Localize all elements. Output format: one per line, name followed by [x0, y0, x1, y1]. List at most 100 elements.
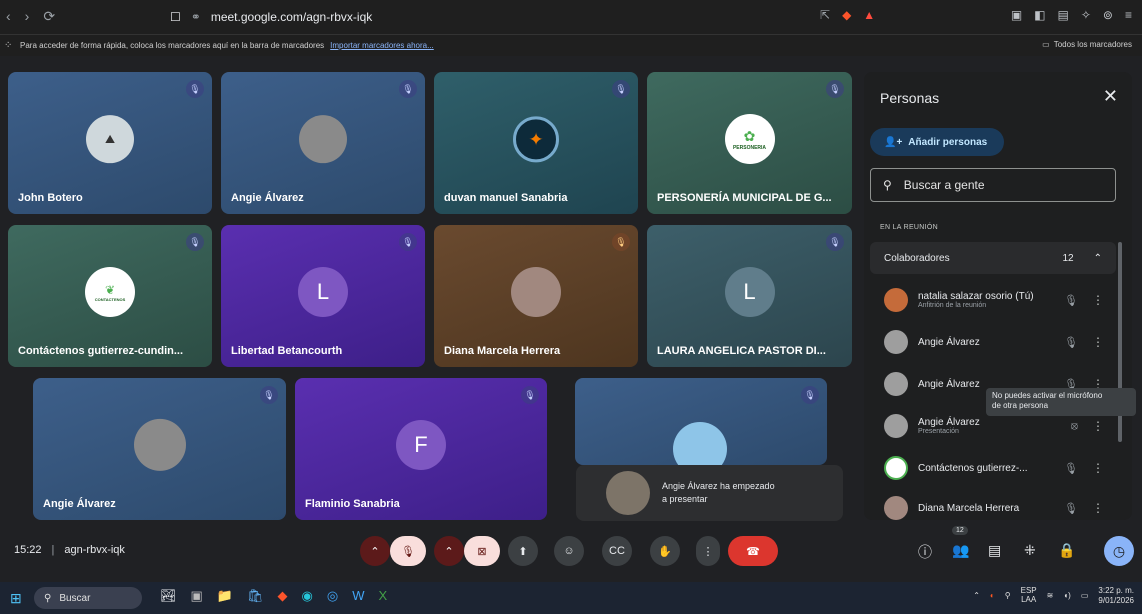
reload-icon[interactable]: ⟳ — [43, 8, 55, 25]
collaborators-group[interactable]: Colaboradores 12 ⌃ — [870, 242, 1116, 274]
participant-tile[interactable]: 🎙 ❦ CONTACTENOS Contáctenos gutierrez-cu… — [8, 225, 212, 367]
mic-toggle-button[interactable]: 🎙 — [390, 536, 426, 566]
brave-browser-icon[interactable]: ◆ — [278, 588, 288, 604]
muted-mic-icon[interactable]: 🎙 — [1064, 294, 1078, 307]
camera-options-button[interactable]: ⌃ — [434, 536, 464, 566]
sidebar-icon[interactable]: ◧ — [1034, 8, 1045, 22]
widgets-icon[interactable]: 🏞 — [160, 588, 177, 604]
mic-tooltip: No puedes activar el micrófono de otra p… — [986, 388, 1136, 416]
import-bookmarks-link[interactable]: Importar marcadores ahora... — [330, 41, 434, 50]
participant-tile[interactable]: 🎙 ✦ duvan manuel Sanabria — [434, 72, 638, 214]
chat-icon[interactable]: ▤ — [988, 542, 1001, 559]
person-name: Contáctenos gutierrez-... — [918, 462, 1028, 474]
camera-off-icon: ⊠ — [477, 545, 487, 558]
raise-hand-button[interactable]: ✋ — [650, 536, 680, 566]
file-explorer-icon[interactable]: 📁 — [217, 588, 233, 604]
participant-tile[interactable]: 🎙 Diana Marcela Herrera — [434, 225, 638, 367]
more-options-icon[interactable]: ⋮ — [1092, 293, 1104, 307]
participant-list-item[interactable]: Angie Álvarez 🎙 ⋮ — [870, 322, 1116, 362]
clock[interactable]: 3:22 p. m. 9/01/2026 — [1098, 586, 1134, 605]
task-view-icon[interactable]: ▣ — [191, 588, 203, 604]
participant-tile[interactable]: 🎙 F Flaminio Sanabria — [295, 378, 547, 520]
muted-mic-icon[interactable]: 🎙 — [1064, 462, 1078, 475]
tooltip-line-1: No puedes activar el micrófono — [992, 391, 1103, 400]
close-icon[interactable]: ✕ — [1103, 86, 1118, 107]
tooltip-line-2: de otra persona — [992, 401, 1049, 411]
muted-mic-icon[interactable]: 🎙 — [1064, 502, 1078, 515]
people-icon: 👥 — [952, 542, 970, 558]
edge-browser-icon[interactable]: ◉ — [302, 588, 313, 604]
vpn-icon[interactable]: ⊚ — [1103, 8, 1113, 22]
wifi-icon[interactable]: ≋ — [1047, 591, 1054, 600]
screenshot-icon[interactable]: ▣ — [1011, 8, 1022, 22]
person-role: Anfitrión de la reunión — [918, 302, 987, 309]
participant-tile[interactable]: 🎙 ⛰ John Botero — [8, 72, 212, 214]
present-button[interactable]: ⬆ — [508, 536, 538, 566]
participant-tile[interactable]: 🎙 — [575, 378, 827, 465]
more-options-icon[interactable]: ⋮ — [1092, 419, 1104, 433]
hang-up-icon: ☎ — [746, 545, 760, 558]
muted-mic-icon: 🎙 — [826, 233, 844, 251]
windows-start-icon[interactable]: ⊞ — [10, 590, 22, 607]
logo-text: CONTACTENOS — [94, 296, 126, 302]
reactions-button[interactable]: ☺ — [554, 536, 584, 566]
people-button[interactable]: 12 👥 — [946, 526, 974, 570]
presenter-avatar — [606, 471, 650, 515]
presenting-icon[interactable]: ⦻ — [1071, 420, 1078, 433]
more-options-icon[interactable]: ⋮ — [1092, 335, 1104, 349]
search-people-input[interactable]: ⚲ Buscar a gente — [870, 168, 1116, 202]
add-people-button[interactable]: 👤+ Añadir personas — [870, 128, 1004, 156]
emoji-icon: ☺ — [563, 545, 575, 557]
more-options-button[interactable]: ⋮ — [696, 536, 720, 566]
back-icon[interactable]: ‹ — [6, 8, 11, 25]
word-icon[interactable]: W — [352, 588, 364, 604]
info-icon[interactable]: ⓘ — [918, 542, 932, 562]
menu-icon[interactable]: ≡ — [1125, 8, 1132, 22]
participant-name: Flaminio Sanabria — [305, 498, 400, 510]
brave-shield-icon[interactable]: ◆ — [842, 8, 851, 22]
timer-button[interactable]: ◷ — [1104, 536, 1134, 566]
taskbar-search[interactable]: ⚲ Buscar — [34, 587, 142, 609]
avatar: ✿ PERSONERIA — [724, 114, 775, 164]
participant-list-item[interactable]: Diana Marcela Herrera 🎙 ⋮ — [870, 488, 1116, 528]
participant-list-item[interactable]: natalia salazar osorio (Tú) Anfitrión de … — [870, 280, 1116, 320]
camera-toggle-button[interactable]: ⊠ — [464, 536, 500, 566]
leave-call-button[interactable]: ☎ — [728, 536, 778, 566]
participant-tile[interactable]: 🎙 ✿ PERSONERIA PERSONERÍA MUNICIPAL DE G… — [647, 72, 852, 214]
more-options-icon[interactable]: ⋮ — [1092, 461, 1104, 475]
site-settings-icon[interactable]: ⚭ — [191, 10, 201, 24]
usb-icon[interactable]: ⚲ — [1005, 591, 1011, 600]
battery-icon[interactable]: ▭ — [1081, 591, 1089, 600]
captions-button[interactable]: CC — [602, 536, 632, 566]
chevron-up-icon[interactable]: ⌃ — [973, 591, 980, 600]
share-icon[interactable]: ⇱ — [820, 8, 830, 22]
avatar: L — [724, 267, 775, 317]
mic-options-button[interactable]: ⌃ — [360, 536, 390, 566]
browser-nav: ‹ › ⟳ — [6, 8, 55, 25]
address-bar[interactable]: ☐ ⚭ meet.google.com/agn-rbvx-iqk — [170, 6, 930, 28]
forward-icon[interactable]: › — [25, 8, 30, 25]
wallet-icon[interactable]: ▤ — [1058, 8, 1069, 22]
participant-list-item[interactable]: Contáctenos gutierrez-... 🎙 ⋮ — [870, 448, 1116, 488]
excel-icon[interactable]: X — [378, 588, 387, 604]
avatar-initial: L — [316, 279, 330, 304]
all-bookmarks-button[interactable]: ▭ Todos los marcadores — [1042, 40, 1132, 49]
bookmark-icon[interactable]: ☐ — [170, 10, 181, 24]
chrome-browser-icon[interactable]: ◎ — [327, 588, 338, 604]
extensions-icon[interactable]: ✧ — [1081, 8, 1091, 22]
brave-rewards-icon[interactable]: ▲ — [863, 8, 875, 22]
activities-icon[interactable]: ⁜ — [1024, 542, 1036, 559]
participant-tile[interactable]: 🎙 L LAURA ANGELICA PASTOR DI... — [647, 225, 852, 367]
participant-tile[interactable]: 🎙 L Libertad Betancourth — [221, 225, 425, 367]
host-controls-icon[interactable]: 🔒 — [1058, 542, 1075, 559]
volume-icon[interactable]: ◖) — [1063, 591, 1071, 600]
participant-tile[interactable]: 🎙 Angie Álvarez — [33, 378, 286, 520]
apps-grid-icon[interactable]: ⁘ — [4, 40, 12, 51]
store-icon[interactable]: 🛍 — [247, 588, 264, 604]
tray-app-icon[interactable]: ◐ — [990, 591, 995, 600]
more-options-icon[interactable]: ⋮ — [1092, 501, 1104, 515]
muted-mic-icon: 🎙 — [612, 80, 630, 98]
muted-mic-icon[interactable]: 🎙 — [1064, 336, 1078, 349]
participant-tile[interactable]: 🎙 Angie Álvarez — [221, 72, 425, 214]
language-indicator[interactable]: ESP LAA — [1021, 586, 1037, 605]
